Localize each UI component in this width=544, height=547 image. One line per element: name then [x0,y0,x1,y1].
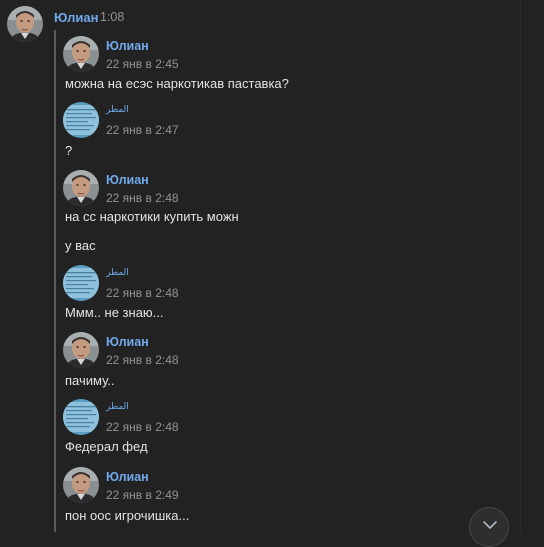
message-date[interactable]: 22 янв в 2:47 [106,123,179,137]
message-date[interactable]: 22 янв в 2:48 [106,191,179,205]
message-text: пачиму.. [65,373,115,388]
avatar-document-icon [63,102,99,138]
avatar-photo-icon [63,170,99,206]
message-author[interactable]: المطر [106,267,129,278]
message-author[interactable]: المطر [106,401,129,412]
message-date[interactable]: 22 янв в 2:45 [106,57,179,71]
avatar-photo-icon [63,332,99,368]
avatar[interactable] [7,6,43,42]
message-author[interactable]: Юлиан [106,173,149,187]
message-date[interactable]: 22 янв в 2:48 [106,286,179,300]
message-text: пон оос игрочишка... [65,508,190,523]
message-text: Ммм.. не знаю... [65,305,164,320]
message-time[interactable]: 1:08 [100,10,124,24]
avatar-photo-icon [7,6,43,42]
avatar[interactable] [63,265,99,301]
message-author[interactable]: Юлиан [106,335,149,349]
avatar[interactable] [63,399,99,435]
message-author[interactable]: Юлиан [106,39,149,53]
avatar-document-icon [63,265,99,301]
avatar[interactable] [63,170,99,206]
message-text: можна на есэс наркотикав паставка? [65,76,289,91]
message-author[interactable]: Юлиан [106,470,149,484]
forward-quote-bar [54,30,56,532]
avatar[interactable] [63,332,99,368]
sender-name[interactable]: Юлиан [54,10,98,25]
message-author[interactable]: المطر [106,104,129,115]
avatar-document-icon [63,399,99,435]
avatar[interactable] [63,36,99,72]
chevron-down-icon [483,521,497,529]
avatar-photo-icon [63,36,99,72]
message-text: ? [65,143,73,158]
message-text: у вас [65,238,96,253]
avatar[interactable] [63,102,99,138]
message-date[interactable]: 22 янв в 2:48 [106,353,179,367]
message-date[interactable]: 22 янв в 2:48 [106,420,179,434]
scroll-down-button[interactable] [469,507,509,547]
message-text: Федерал фед [65,439,148,454]
avatar-photo-icon [63,467,99,503]
panel-divider [520,0,521,532]
avatar[interactable] [63,467,99,503]
message-date[interactable]: 22 янв в 2:49 [106,488,179,502]
message-text: на сс наркотики купить можн [65,209,239,224]
